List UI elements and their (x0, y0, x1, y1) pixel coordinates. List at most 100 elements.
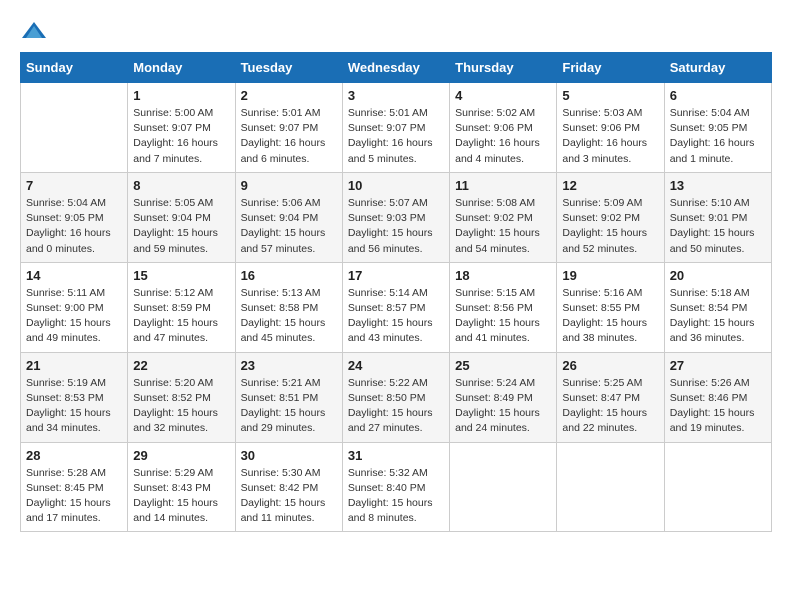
day-number: 23 (241, 358, 337, 373)
day-info: Sunrise: 5:03 AM Sunset: 9:06 PM Dayligh… (562, 106, 658, 167)
day-info: Sunrise: 5:13 AM Sunset: 8:58 PM Dayligh… (241, 286, 337, 347)
day-number: 20 (670, 268, 766, 283)
day-cell: 21 Sunrise: 5:19 AM Sunset: 8:53 PM Dayli… (21, 352, 128, 442)
day-number: 28 (26, 448, 122, 463)
day-cell: 24Sunrise: 5:22 AM Sunset: 8:50 PM Dayli… (342, 352, 449, 442)
day-number: 2 (241, 88, 337, 103)
calendar-body: 1 Sunrise: 5:00 AM Sunset: 9:07 PM Daylig… (21, 83, 772, 532)
day-cell: 22Sunrise: 5:20 AM Sunset: 8:52 PM Dayli… (128, 352, 235, 442)
day-number: 12 (562, 178, 658, 193)
day-number: 9 (241, 178, 337, 193)
day-info: Sunrise: 5:05 AM Sunset: 9:04 PM Dayligh… (133, 196, 229, 257)
day-cell: 19 Sunrise: 5:16 AM Sunset: 8:55 PM Dayli… (557, 262, 664, 352)
day-info: Sunrise: 5:16 AM Sunset: 8:55 PM Dayligh… (562, 286, 658, 347)
calendar-header: SundayMondayTuesdayWednesdayThursdayFrid… (21, 53, 772, 83)
page-header (20, 20, 772, 42)
day-info: Sunrise: 5:30 AM Sunset: 8:42 PM Dayligh… (241, 466, 337, 527)
day-cell: 1 Sunrise: 5:00 AM Sunset: 9:07 PM Daylig… (128, 83, 235, 173)
day-number: 18 (455, 268, 551, 283)
day-cell: 10 Sunrise: 5:07 AM Sunset: 9:03 PM Dayli… (342, 172, 449, 262)
day-cell: 7 Sunrise: 5:04 AM Sunset: 9:05 PM Daylig… (21, 172, 128, 262)
day-info: Sunrise: 5:06 AM Sunset: 9:04 PM Dayligh… (241, 196, 337, 257)
day-number: 5 (562, 88, 658, 103)
day-cell: 18 Sunrise: 5:15 AM Sunset: 8:56 PM Dayli… (450, 262, 557, 352)
day-number: 15 (133, 268, 229, 283)
day-info: Sunrise: 5:24 AM Sunset: 8:49 PM Dayligh… (455, 376, 551, 437)
day-info: Sunrise: 5:04 AM Sunset: 9:05 PM Dayligh… (670, 106, 766, 167)
week-row-3: 14 Sunrise: 5:11 AM Sunset: 9:00 PM Dayli… (21, 262, 772, 352)
day-cell: 16 Sunrise: 5:13 AM Sunset: 8:58 PM Dayli… (235, 262, 342, 352)
logo (20, 20, 52, 42)
day-info: Sunrise: 5:21 AM Sunset: 8:51 PM Dayligh… (241, 376, 337, 437)
day-number: 19 (562, 268, 658, 283)
day-info: Sunrise: 5:04 AM Sunset: 9:05 PM Dayligh… (26, 196, 122, 257)
day-cell: 30 Sunrise: 5:30 AM Sunset: 8:42 PM Dayli… (235, 442, 342, 532)
day-cell: 27 Sunrise: 5:26 AM Sunset: 8:46 PM Dayli… (664, 352, 771, 442)
day-cell: 17Sunrise: 5:14 AM Sunset: 8:57 PM Dayli… (342, 262, 449, 352)
day-info: Sunrise: 5:19 AM Sunset: 8:53 PM Dayligh… (26, 376, 122, 437)
day-number: 1 (133, 88, 229, 103)
day-number: 16 (241, 268, 337, 283)
day-number: 31 (348, 448, 444, 463)
day-number: 17 (348, 268, 444, 283)
day-info: Sunrise: 5:01 AM Sunset: 9:07 PM Dayligh… (241, 106, 337, 167)
day-cell: 12 Sunrise: 5:09 AM Sunset: 9:02 PM Dayli… (557, 172, 664, 262)
day-number: 7 (26, 178, 122, 193)
day-number: 11 (455, 178, 551, 193)
day-info: Sunrise: 5:26 AM Sunset: 8:46 PM Dayligh… (670, 376, 766, 437)
day-cell: 4 Sunrise: 5:02 AM Sunset: 9:06 PM Daylig… (450, 83, 557, 173)
header-cell-tuesday: Tuesday (235, 53, 342, 83)
header-cell-saturday: Saturday (664, 53, 771, 83)
day-number: 27 (670, 358, 766, 373)
week-row-4: 21 Sunrise: 5:19 AM Sunset: 8:53 PM Dayli… (21, 352, 772, 442)
day-cell: 6Sunrise: 5:04 AM Sunset: 9:05 PM Daylig… (664, 83, 771, 173)
day-info: Sunrise: 5:01 AM Sunset: 9:07 PM Dayligh… (348, 106, 444, 167)
day-cell: 2 Sunrise: 5:01 AM Sunset: 9:07 PM Daylig… (235, 83, 342, 173)
day-cell: 11 Sunrise: 5:08 AM Sunset: 9:02 PM Dayli… (450, 172, 557, 262)
day-info: Sunrise: 5:11 AM Sunset: 9:00 PM Dayligh… (26, 286, 122, 347)
day-cell (21, 83, 128, 173)
day-cell: 25Sunrise: 5:24 AM Sunset: 8:49 PM Dayli… (450, 352, 557, 442)
day-cell (557, 442, 664, 532)
day-info: Sunrise: 5:09 AM Sunset: 9:02 PM Dayligh… (562, 196, 658, 257)
day-cell: 3 Sunrise: 5:01 AM Sunset: 9:07 PM Daylig… (342, 83, 449, 173)
calendar-table: SundayMondayTuesdayWednesdayThursdayFrid… (20, 52, 772, 532)
day-number: 29 (133, 448, 229, 463)
week-row-5: 28Sunrise: 5:28 AM Sunset: 8:45 PM Dayli… (21, 442, 772, 532)
day-number: 10 (348, 178, 444, 193)
day-number: 13 (670, 178, 766, 193)
day-info: Sunrise: 5:25 AM Sunset: 8:47 PM Dayligh… (562, 376, 658, 437)
day-number: 30 (241, 448, 337, 463)
day-cell: 23 Sunrise: 5:21 AM Sunset: 8:51 PM Dayli… (235, 352, 342, 442)
header-cell-sunday: Sunday (21, 53, 128, 83)
day-number: 22 (133, 358, 229, 373)
day-info: Sunrise: 5:02 AM Sunset: 9:06 PM Dayligh… (455, 106, 551, 167)
header-row: SundayMondayTuesdayWednesdayThursdayFrid… (21, 53, 772, 83)
day-cell: 9 Sunrise: 5:06 AM Sunset: 9:04 PM Daylig… (235, 172, 342, 262)
day-cell: 8Sunrise: 5:05 AM Sunset: 9:04 PM Daylig… (128, 172, 235, 262)
day-info: Sunrise: 5:00 AM Sunset: 9:07 PM Dayligh… (133, 106, 229, 167)
day-cell: 31Sunrise: 5:32 AM Sunset: 8:40 PM Dayli… (342, 442, 449, 532)
day-cell: 26 Sunrise: 5:25 AM Sunset: 8:47 PM Dayli… (557, 352, 664, 442)
day-number: 14 (26, 268, 122, 283)
day-number: 3 (348, 88, 444, 103)
day-info: Sunrise: 5:29 AM Sunset: 8:43 PM Dayligh… (133, 466, 229, 527)
day-info: Sunrise: 5:15 AM Sunset: 8:56 PM Dayligh… (455, 286, 551, 347)
day-info: Sunrise: 5:18 AM Sunset: 8:54 PM Dayligh… (670, 286, 766, 347)
week-row-1: 1 Sunrise: 5:00 AM Sunset: 9:07 PM Daylig… (21, 83, 772, 173)
day-cell (450, 442, 557, 532)
day-cell (664, 442, 771, 532)
day-number: 4 (455, 88, 551, 103)
day-info: Sunrise: 5:08 AM Sunset: 9:02 PM Dayligh… (455, 196, 551, 257)
header-cell-monday: Monday (128, 53, 235, 83)
day-info: Sunrise: 5:22 AM Sunset: 8:50 PM Dayligh… (348, 376, 444, 437)
logo-icon (20, 20, 48, 42)
week-row-2: 7 Sunrise: 5:04 AM Sunset: 9:05 PM Daylig… (21, 172, 772, 262)
day-cell: 29 Sunrise: 5:29 AM Sunset: 8:43 PM Dayli… (128, 442, 235, 532)
day-cell: 15 Sunrise: 5:12 AM Sunset: 8:59 PM Dayli… (128, 262, 235, 352)
day-info: Sunrise: 5:12 AM Sunset: 8:59 PM Dayligh… (133, 286, 229, 347)
day-info: Sunrise: 5:07 AM Sunset: 9:03 PM Dayligh… (348, 196, 444, 257)
day-number: 21 (26, 358, 122, 373)
day-cell: 28Sunrise: 5:28 AM Sunset: 8:45 PM Dayli… (21, 442, 128, 532)
day-number: 26 (562, 358, 658, 373)
